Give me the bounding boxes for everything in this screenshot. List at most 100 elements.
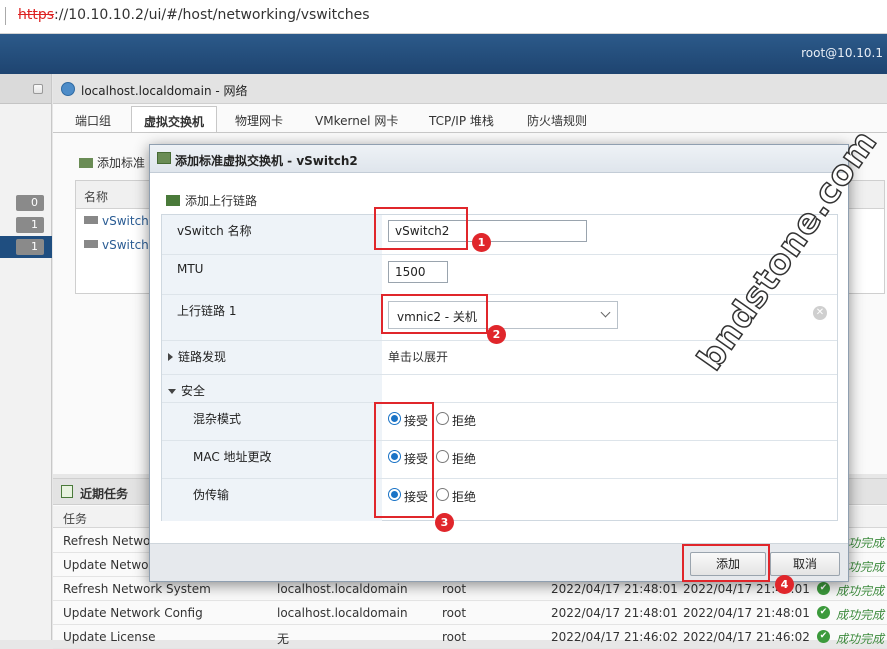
task-target: localhost.localdomain [277, 606, 408, 620]
count-badge: 1 [16, 217, 44, 233]
task-user: root [442, 606, 467, 620]
annotation-box [381, 294, 488, 334]
browser-url-bar[interactable]: https://10.10.10.2/ui/#/host/networking/… [0, 0, 887, 34]
tab-tcpip-stacks[interactable]: TCP/IP 堆栈 [417, 106, 506, 132]
task-user: root [442, 630, 467, 644]
task-queued: 2022/04/17 21:46:02 [551, 630, 678, 644]
url-protocol: https [18, 7, 55, 23]
panel-title: localhost.localdomain - 网络 [81, 84, 248, 98]
task-result: 成功完成 [836, 608, 885, 622]
security-toggle[interactable]: 安全 [162, 375, 382, 402]
count-badge: 0 [16, 195, 44, 211]
add-uplink-label: 添加上行链路 [185, 194, 258, 208]
tab-firewall-rules[interactable]: 防火墙规则 [515, 106, 599, 132]
task-result: 成功完成 [836, 632, 885, 646]
tasks-icon [61, 485, 73, 498]
nav-row-selected[interactable]: 1 [0, 236, 52, 258]
annotation-marker: 1 [472, 233, 491, 252]
add-standard-vswitch-button[interactable]: 添加标准 [79, 154, 145, 171]
tab-physical-nics[interactable]: 物理网卡 [223, 106, 295, 132]
annotation-box [374, 207, 468, 250]
expand-icon [168, 353, 173, 361]
uplink-icon [166, 195, 180, 206]
url-path: ://10.10.10.2/ui/#/host/networking/vswit… [54, 7, 370, 23]
check-icon: ✔ [817, 582, 830, 595]
task-row[interactable]: Update License 无 root 2022/04/17 21:46:0… [53, 625, 887, 649]
promiscuous-reject-radio[interactable] [436, 412, 449, 425]
vswitch-icon [84, 240, 98, 248]
add-uplink-button[interactable]: 添加上行链路 [166, 192, 257, 209]
annotation-marker: 2 [487, 325, 506, 344]
clear-icon[interactable]: ✕ [813, 306, 827, 320]
user-menu[interactable]: root@10.10.1 [801, 46, 883, 60]
collapse-icon [168, 389, 176, 394]
collapse-icon[interactable] [33, 84, 43, 94]
chevron-down-icon [600, 307, 611, 318]
task-name: Refresh Network System [63, 582, 211, 596]
promiscuous-row: 混杂模式 接受 拒绝 [162, 403, 837, 441]
vswitch-form: vSwitch 名称 vSwitch2 MTU 1500 上行链路 1 vmni… [161, 214, 838, 521]
app-header: root@10.10.1 [0, 34, 887, 74]
task-row[interactable]: Update Network Config localhost.localdom… [53, 601, 887, 625]
tab-virtual-switches[interactable]: 虚拟交换机 [131, 106, 218, 132]
promiscuous-label: 混杂模式 [162, 403, 382, 440]
cancel-button[interactable]: 取消 [770, 552, 840, 576]
add-vswitch-dialog: 添加标准虚拟交换机 - vSwitch2 添加上行链路 vSwitch 名称 v… [149, 144, 849, 582]
globe-icon [61, 82, 75, 96]
dialog-title: 添加标准虚拟交换机 - vSwitch2 [175, 154, 358, 168]
link-discovery-label: 链路发现 [178, 350, 227, 364]
task-name: Update Network [63, 558, 161, 572]
task-queued: 2022/04/17 21:48:01 [551, 582, 678, 596]
vswitch-name-row: vSwitch 名称 vSwitch2 [162, 215, 837, 255]
mac-change-row: MAC 地址更改 接受 拒绝 [162, 441, 837, 479]
panel-titlebar: localhost.localdomain - 网络 [53, 74, 887, 104]
task-name: Refresh Network [63, 534, 163, 548]
reject-label: 拒绝 [452, 414, 477, 428]
check-icon: ✔ [817, 606, 830, 619]
navigator-header [0, 74, 51, 104]
annotation-box [682, 544, 770, 582]
mtu-label: MTU [162, 255, 382, 294]
url-separator [5, 7, 6, 25]
dialog-titlebar[interactable]: 添加标准虚拟交换机 - vSwitch2 [150, 145, 848, 173]
reject-label: 拒绝 [452, 490, 477, 504]
forged-label: 伪传输 [162, 479, 382, 521]
check-icon: ✔ [817, 630, 830, 643]
task-target: localhost.localdomain [277, 582, 408, 596]
annotation-box [374, 402, 434, 518]
security-label: 安全 [181, 384, 206, 398]
security-row[interactable]: 安全 [162, 375, 837, 403]
navigator-panel: 0 1 1 [0, 74, 52, 640]
tab-vmkernel-nics[interactable]: VMkernel 网卡 [303, 106, 410, 132]
link-discovery-toggle[interactable]: 链路发现 [162, 341, 382, 374]
reject-label: 拒绝 [452, 452, 477, 466]
url-text[interactable]: https://10.10.10.2/ui/#/host/networking/… [18, 7, 370, 23]
tasks-title: 近期任务 [80, 487, 129, 501]
task-started: 2022/04/17 21:46:02 [683, 630, 810, 644]
task-user: root [442, 582, 467, 596]
link-discovery-value: 单击以展开 [388, 350, 449, 364]
count-badge: 1 [16, 239, 44, 255]
forged-row: 伪传输 接受 拒绝 [162, 479, 837, 521]
add-button-label: 添加标准 [97, 156, 146, 170]
nav-row[interactable]: 0 [0, 192, 52, 214]
task-name: Update Network Config [63, 606, 203, 620]
task-target: 无 [277, 632, 290, 646]
vswitch-icon [84, 216, 98, 224]
column-task[interactable]: 任务 [63, 510, 87, 527]
mac-reject-radio[interactable] [436, 450, 449, 463]
mtu-input[interactable]: 1500 [388, 261, 448, 283]
nav-row[interactable]: 1 [0, 214, 52, 236]
task-name: Update License [63, 630, 156, 644]
annotation-marker: 4 [775, 575, 794, 594]
forged-reject-radio[interactable] [436, 488, 449, 501]
task-queued: 2022/04/17 21:48:01 [551, 606, 678, 620]
tab-port-groups[interactable]: 端口组 [63, 106, 123, 132]
uplink1-label: 上行链路 1 [162, 295, 382, 340]
task-started: 2022/04/17 21:48:01 [683, 606, 810, 620]
task-result: 成功完成 [836, 584, 885, 598]
vswitch-name-label: vSwitch 名称 [162, 215, 382, 254]
vswitch-icon [79, 158, 93, 168]
mac-change-label: MAC 地址更改 [162, 441, 382, 478]
annotation-marker: 3 [435, 513, 454, 532]
